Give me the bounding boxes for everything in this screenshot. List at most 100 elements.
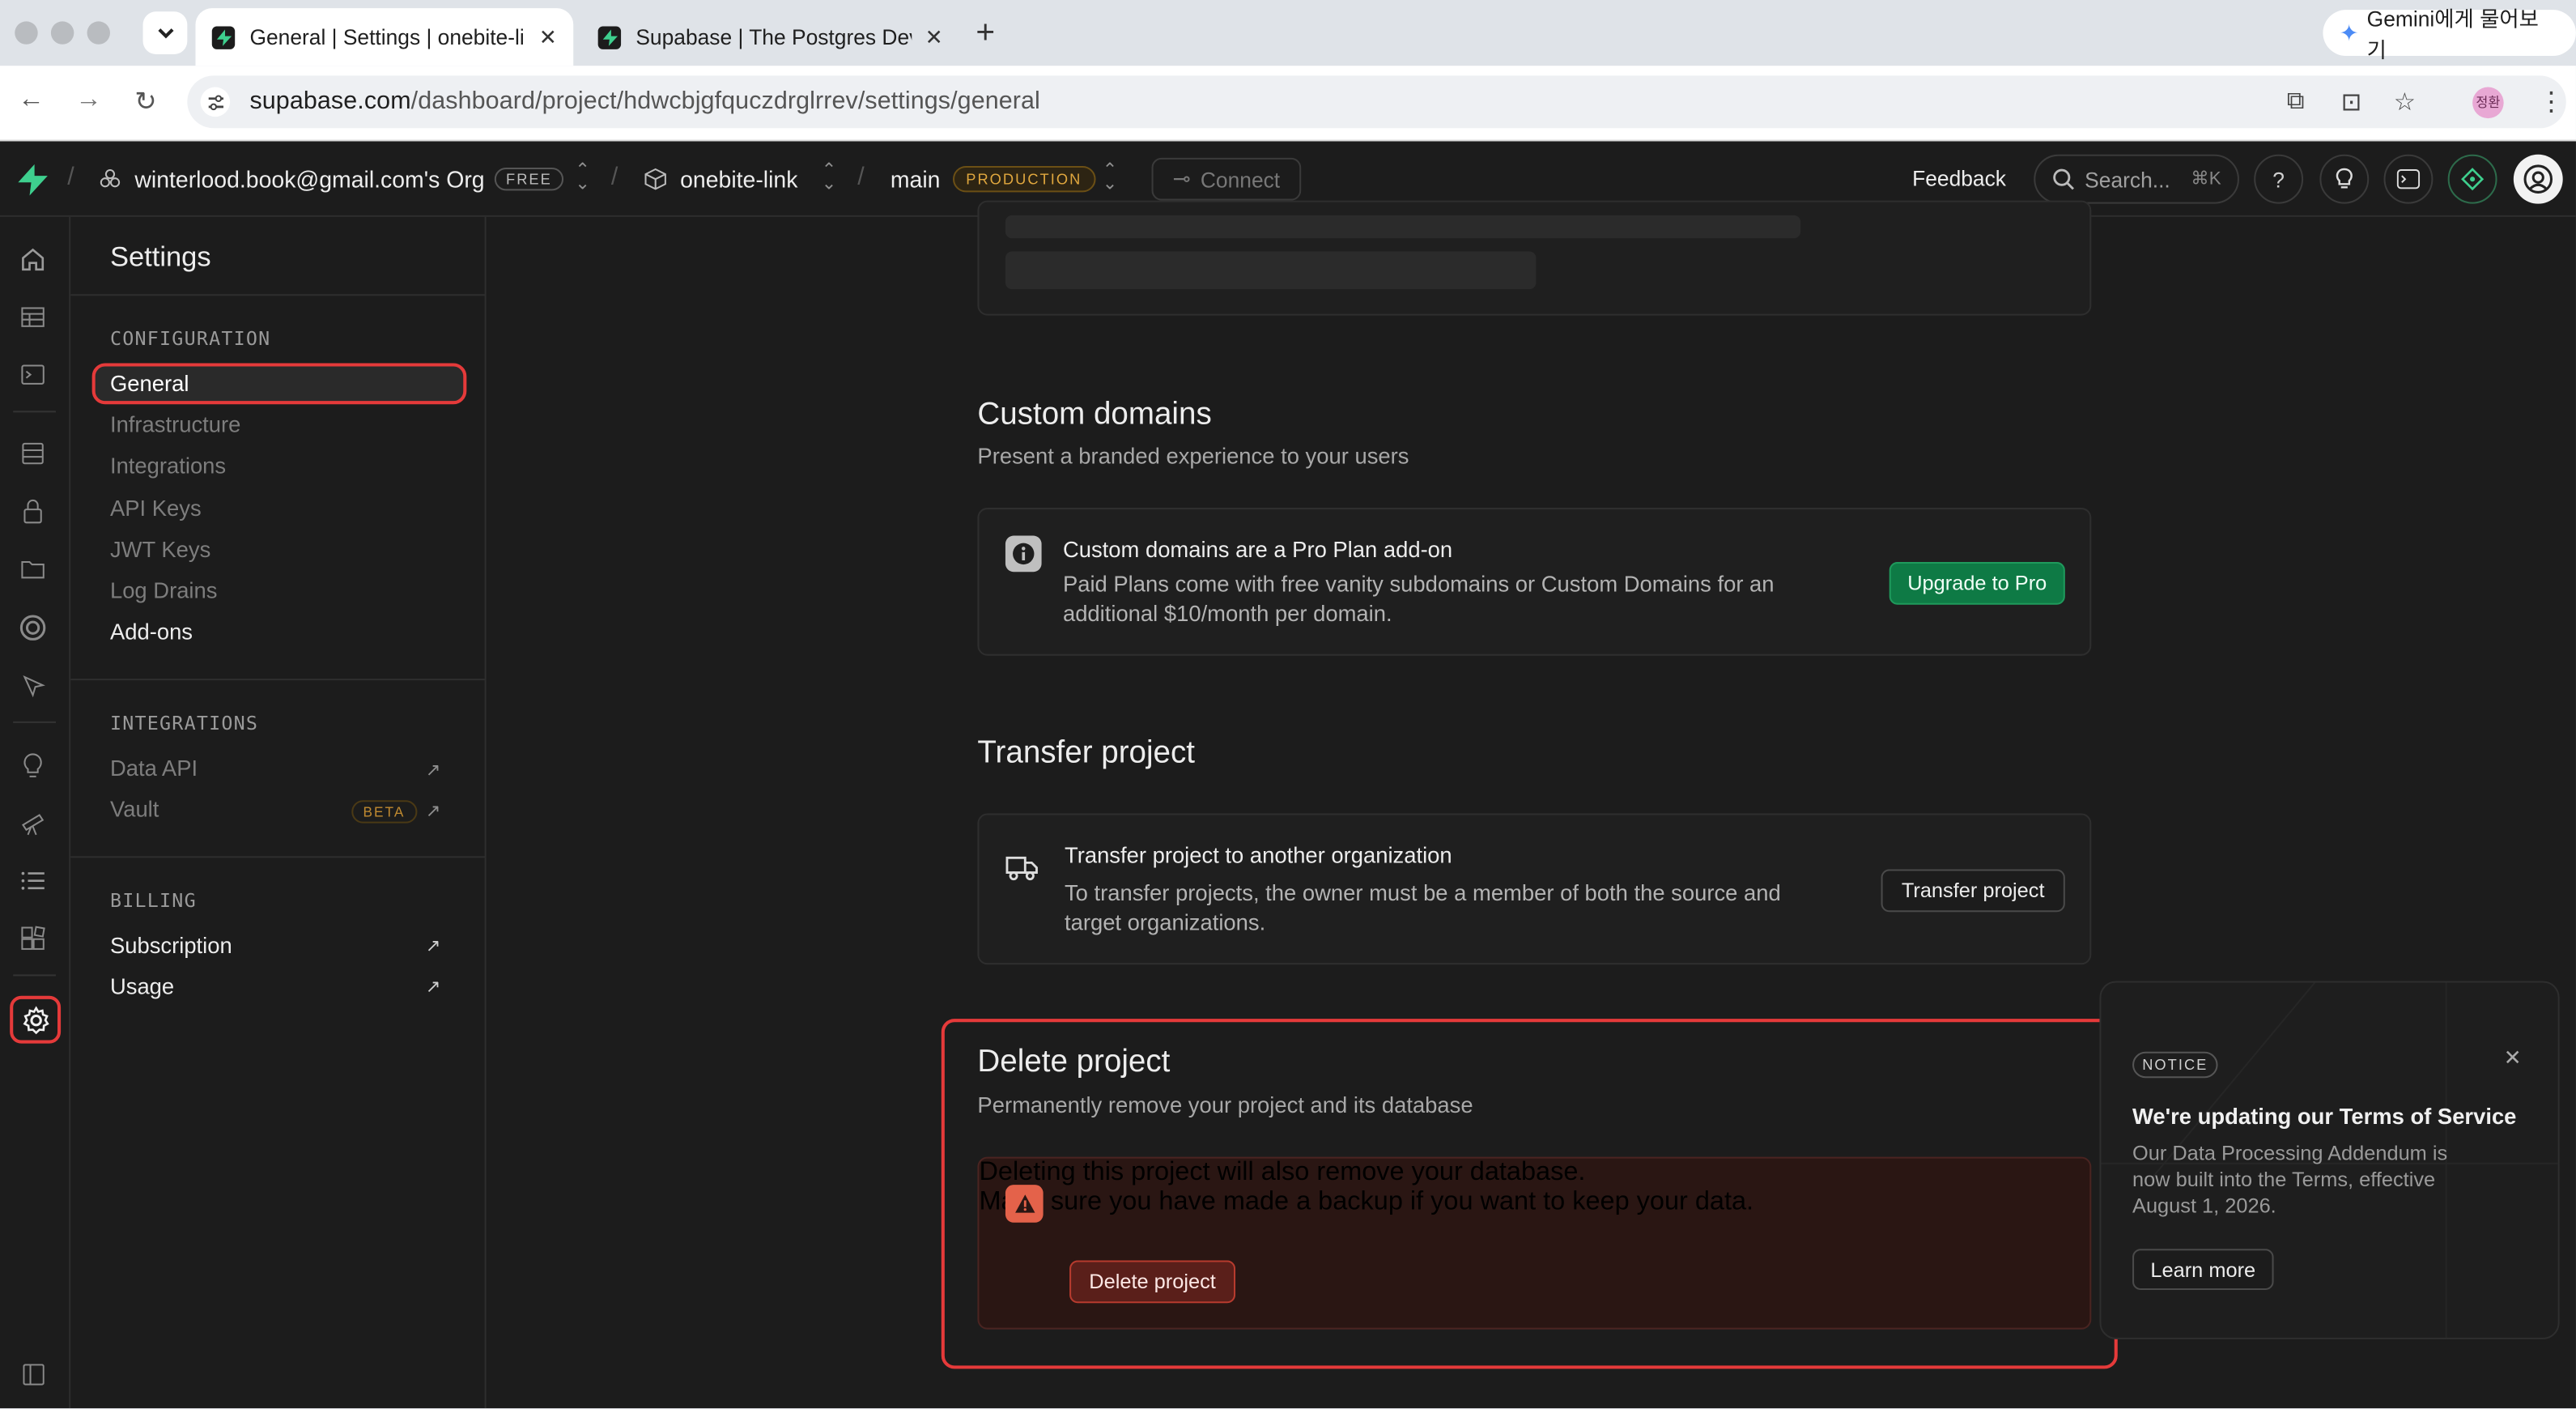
- transfer-project-title: Transfer project: [977, 736, 1195, 771]
- bookmark-star-icon[interactable]: ☆: [2394, 87, 2416, 117]
- custom-domains-card-title: Custom domains are a Pro Plan add-on: [1062, 537, 1453, 563]
- site-settings-icon[interactable]: [200, 87, 231, 117]
- help-icon[interactable]: ?: [2254, 154, 2304, 204]
- lightbulb-icon[interactable]: [2319, 154, 2370, 204]
- minimize-window-button[interactable]: [50, 21, 74, 45]
- integrations-icon[interactable]: [16, 922, 49, 955]
- home-icon[interactable]: [16, 243, 49, 276]
- breadcrumb-separator: /: [610, 162, 618, 191]
- browser-tab-bar: General | Settings | onebite-link ✕ Supa…: [0, 0, 2576, 66]
- upgrade-to-pro-button[interactable]: Upgrade to Pro: [1889, 562, 2065, 605]
- edge-functions-icon[interactable]: [16, 611, 49, 645]
- sidebar-divider: [70, 856, 487, 858]
- sidebar-item-subscription[interactable]: Subscription: [110, 934, 232, 958]
- sidebar-item-general[interactable]: General: [91, 363, 467, 405]
- realtime-icon[interactable]: [16, 669, 49, 702]
- icon-rail: [0, 216, 71, 1409]
- supabase-logo-icon[interactable]: [18, 164, 48, 196]
- sql-editor-icon[interactable]: [16, 358, 49, 391]
- supabase-favicon-icon: [597, 25, 622, 49]
- observability-telescope-icon[interactable]: [16, 807, 49, 840]
- transfer-card-title: Transfer project to another organization: [1064, 843, 1452, 868]
- sidebar-item-infrastructure[interactable]: Infrastructure: [110, 412, 240, 436]
- translate-icon[interactable]: ⧉: [2287, 87, 2305, 115]
- project-name[interactable]: onebite-link: [680, 166, 797, 192]
- sidebar-item-vault[interactable]: Vault: [110, 797, 159, 821]
- settings-sidebar: Settings CONFIGURATION General Infrastru…: [70, 216, 487, 1409]
- sidebar-item-usage[interactable]: Usage: [110, 974, 174, 998]
- tab-search-button[interactable]: [142, 11, 188, 54]
- sidebar-item-integrations[interactable]: Integrations: [110, 453, 226, 478]
- collapse-sidebar-icon[interactable]: [16, 1357, 49, 1390]
- sidebar-item-api-keys[interactable]: API Keys: [110, 496, 202, 521]
- reload-icon[interactable]: ↻: [134, 86, 156, 119]
- external-link-icon: ↗: [425, 760, 441, 781]
- project-switcher-icon[interactable]: ⌃ ⌄: [822, 162, 837, 194]
- org-name[interactable]: winterlood.book@gmail.com's Org: [134, 166, 484, 192]
- rail-divider: [13, 721, 56, 723]
- external-link-icon: ↗: [425, 802, 441, 822]
- supabase-favicon-icon: [211, 25, 236, 49]
- external-link-icon: ↗: [425, 977, 441, 998]
- sidebar-item-log-drains[interactable]: Log Drains: [110, 578, 218, 602]
- shortcut-hint: ⌘K: [2191, 169, 2221, 189]
- database-icon[interactable]: [16, 437, 49, 470]
- external-link-icon: ↗: [425, 936, 441, 957]
- delete-project-card: Deleting this project will also remove y…: [977, 1156, 2092, 1330]
- feedback-button[interactable]: Feedback: [1912, 166, 2006, 190]
- storage-folder-icon[interactable]: [16, 552, 49, 585]
- settings-gear-icon[interactable]: [10, 995, 62, 1044]
- branch-name[interactable]: main: [891, 166, 941, 192]
- back-arrow-icon[interactable]: ←: [18, 86, 44, 116]
- user-avatar[interactable]: [2513, 154, 2563, 204]
- tab-supabase-home[interactable]: Supabase | The Postgres Dev ✕: [581, 8, 959, 66]
- delete-project-button[interactable]: Delete project: [1069, 1260, 1236, 1304]
- close-tab-icon[interactable]: ✕: [925, 23, 943, 49]
- transfer-project-button[interactable]: Transfer project: [1881, 869, 2065, 913]
- terminal-icon[interactable]: [2383, 154, 2434, 204]
- supabase-app: / winterlood.book@gmail.com's Org FREE ⌃…: [0, 141, 2576, 1409]
- production-badge: PRODUCTION: [952, 165, 1095, 193]
- delete-card-desc: Make sure you have made a backup if you …: [979, 1188, 1754, 1216]
- install-app-icon[interactable]: ⊡: [2341, 87, 2362, 117]
- custom-domains-title: Custom domains: [977, 398, 1212, 432]
- org-switcher-icon[interactable]: ⌃ ⌄: [575, 162, 590, 194]
- table-editor-icon[interactable]: [16, 300, 49, 334]
- maximize-window-button[interactable]: [87, 21, 110, 45]
- assistant-icon[interactable]: [2447, 154, 2497, 204]
- branch-switcher-icon[interactable]: ⌃ ⌄: [1103, 162, 1118, 194]
- forward-arrow-icon[interactable]: →: [75, 86, 101, 116]
- delete-project-subtitle: Permanently remove your project and its …: [977, 1092, 1473, 1117]
- project-cube-icon: [644, 168, 666, 190]
- transfer-project-card: Transfer project to another organization…: [977, 813, 2092, 965]
- profile-avatar[interactable]: 정환: [2472, 87, 2504, 119]
- connect-button[interactable]: ⊸ Connect: [1151, 157, 1302, 201]
- close-tab-icon[interactable]: ✕: [539, 23, 557, 49]
- learn-more-button[interactable]: Learn more: [2132, 1249, 2274, 1291]
- auth-lock-icon[interactable]: [16, 495, 49, 528]
- browser-menu-icon[interactable]: ⋮: [2538, 86, 2564, 119]
- user-account-icon: [2523, 164, 2553, 194]
- sidebar-title: Settings: [109, 241, 211, 273]
- sidebar-item-data-api[interactable]: Data API: [110, 756, 198, 780]
- logs-list-icon[interactable]: [16, 864, 49, 897]
- rail-divider: [13, 974, 56, 977]
- truck-icon: [1005, 856, 1038, 881]
- tab-title: Supabase | The Postgres Dev: [635, 24, 912, 49]
- url-bar[interactable]: supabase.com/dashboard/project/hdwcbjgfq…: [187, 75, 2566, 129]
- search-input[interactable]: Search... ⌘K: [2034, 154, 2239, 204]
- advisors-lightbulb-icon[interactable]: [16, 749, 49, 782]
- gemini-button[interactable]: ✦ Gemini에게 물어보기: [2323, 6, 2576, 62]
- notice-body: Our Data Processing Addendum is now buil…: [2132, 1142, 2448, 1218]
- sidebar-divider: [70, 679, 487, 681]
- sidebar-item-add-ons[interactable]: Add-ons: [110, 619, 193, 644]
- custom-domains-card-desc-2: additional $10/month per domain.: [1062, 601, 1392, 627]
- tab-general-settings[interactable]: General | Settings | onebite-link ✕: [195, 8, 574, 66]
- sidebar-item-jwt-keys[interactable]: JWT Keys: [110, 538, 210, 562]
- sidebar-divider: [70, 294, 487, 296]
- skeleton-line: [1005, 251, 1537, 290]
- custom-domains-card: Custom domains are a Pro Plan add-on Pai…: [977, 508, 2092, 656]
- close-icon[interactable]: ✕: [2504, 1045, 2522, 1071]
- new-tab-button[interactable]: +: [976, 16, 995, 49]
- close-window-button[interactable]: [15, 21, 38, 45]
